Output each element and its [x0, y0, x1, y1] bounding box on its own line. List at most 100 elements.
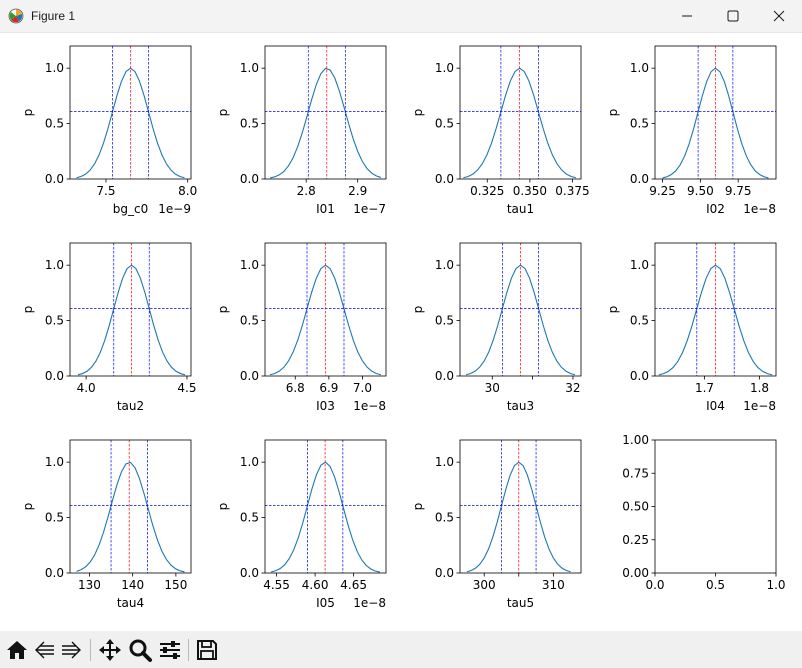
y-tick-label: 0.25	[622, 533, 649, 547]
y-tick-label: 1.0	[240, 258, 259, 272]
y-tick-label: 0.75	[622, 466, 649, 480]
axes-frame	[264, 45, 387, 180]
y-tick-label: 1.0	[45, 455, 64, 469]
subplot-11: 300 310 0.0 0.5 1.0 tau5 p	[411, 439, 582, 610]
x-tick-label: 300	[473, 578, 496, 592]
x-tick-label: 4.0	[77, 381, 96, 395]
x-offset-text: 1e−8	[353, 596, 386, 610]
x-tick-label: 9.50	[687, 184, 714, 198]
x-tick-label: 7.5	[96, 184, 115, 198]
x-axis-label: bg_c0	[113, 202, 148, 216]
x-tick-label: 4.55	[263, 578, 290, 592]
pan-icon[interactable]	[97, 637, 123, 663]
axes-frame	[654, 439, 777, 574]
forward-icon[interactable]	[58, 637, 84, 663]
figure-canvas: 7.5 8.00.00.51.0bg_c0p1e−92.8 2.90.00.51.0…	[0, 33, 802, 631]
subplot-6: 6.8 6.9 7.0 0.0 0.5 1.0 I03 p 1e−8	[216, 242, 387, 413]
x-tick-label: 9.75	[725, 184, 752, 198]
close-button[interactable]	[756, 0, 802, 32]
x-tick-label: 0.350	[513, 184, 547, 198]
y-tick-label: 0.5	[630, 314, 649, 328]
x-tick-label: 1.0	[766, 578, 785, 592]
y-tick-label: 0.5	[45, 117, 64, 131]
y-tick-label: 1.0	[240, 455, 259, 469]
y-tick-label: 1.0	[240, 61, 259, 75]
y-tick-label: 0.50	[622, 500, 649, 514]
x-tick-label: 32	[565, 381, 580, 395]
x-tick-label: 4.5	[177, 381, 196, 395]
x-tick-label: 30	[485, 381, 500, 395]
zoom-icon[interactable]	[127, 637, 153, 663]
subplot-4: 9.25 9.50 9.75 0.0 0.5 1.0 I02 p 1e−8	[606, 45, 777, 216]
series-line	[271, 461, 380, 573]
axes-frame	[459, 439, 582, 574]
y-axis-label: p	[216, 109, 230, 117]
series-line	[270, 67, 382, 179]
y-tick-label: 0.5	[45, 511, 64, 525]
x-offset-text: 1e−7	[353, 202, 386, 216]
x-tick-label: 1.8	[750, 381, 769, 395]
navigation-toolbar	[0, 631, 802, 668]
x-axis-label: tau4	[117, 596, 144, 610]
y-tick-label: 0.0	[45, 172, 64, 186]
x-tick-label: 6.9	[319, 381, 338, 395]
x-tick-label: 140	[121, 578, 144, 592]
x-tick-label: 8.0	[178, 184, 197, 198]
y-tick-label: 0.00	[622, 566, 649, 580]
y-tick-label: 0.5	[435, 117, 454, 131]
y-tick-label: 1.00	[622, 433, 649, 447]
x-axis-label: tau5	[507, 596, 534, 610]
x-tick-label: 2.8	[297, 184, 316, 198]
matplotlib-app-icon	[8, 8, 24, 24]
y-tick-label: 0.0	[630, 369, 649, 383]
maximize-button[interactable]	[710, 0, 756, 32]
y-axis-label: p	[21, 109, 35, 117]
x-tick-label: 0.5	[706, 578, 725, 592]
home-icon[interactable]	[4, 637, 30, 663]
y-axis-label: p	[411, 503, 425, 511]
save-icon[interactable]	[194, 637, 220, 663]
x-tick-label: 1.7	[695, 381, 714, 395]
minimize-button[interactable]	[664, 0, 710, 32]
x-axis-label: I05	[316, 596, 335, 610]
x-tick-label: 0.325	[470, 184, 504, 198]
x-axis-label: tau2	[117, 399, 144, 413]
series-line	[76, 461, 185, 573]
x-tick-label: 0.375	[555, 184, 589, 198]
subplot-3: 0.325 0.350 0.375 0.0 0.5 1.0 tau1 p	[411, 45, 590, 216]
subplots-icon[interactable]	[157, 637, 183, 663]
subplot-12: 0.0 0.5 1.0 0.00 0.25 0.50 0.75 1.00	[622, 433, 785, 592]
y-tick-label: 1.0	[45, 258, 64, 272]
y-tick-label: 0.0	[240, 369, 259, 383]
y-tick-label: 0.5	[240, 117, 259, 131]
y-axis-label: p	[606, 306, 620, 314]
y-axis-label: p	[21, 306, 35, 314]
y-tick-label: 1.0	[435, 61, 454, 75]
x-offset-text: 1e−8	[743, 399, 776, 413]
y-tick-label: 0.5	[45, 314, 64, 328]
y-tick-label: 0.5	[240, 314, 259, 328]
x-tick-label: 150	[164, 578, 187, 592]
subplot-2: 2.8 2.9 0.0 0.5 1.0 I01 p 1e−7	[216, 45, 387, 216]
x-tick-label: 7.0	[353, 381, 372, 395]
x-tick-label: 6.8	[286, 381, 305, 395]
x-axis-label: I03	[316, 399, 335, 413]
y-tick-label: 0.0	[435, 369, 454, 383]
axes-frame	[459, 45, 582, 180]
y-axis-label: p	[606, 109, 620, 117]
subplot-10: 4.55 4.60 4.65 0.0 0.5 1.0 I05 p 1e−8	[216, 439, 387, 610]
x-tick-label: 9.25	[649, 184, 676, 198]
y-tick-label: 0.0	[240, 172, 259, 186]
axes-frame	[264, 439, 387, 574]
toolbar-separator	[188, 639, 189, 661]
x-axis-label: tau3	[507, 399, 534, 413]
y-axis-label: p	[216, 306, 230, 314]
y-tick-label: 1.0	[435, 258, 454, 272]
x-tick-label: 4.65	[340, 578, 367, 592]
x-offset-text: 1e−8	[743, 202, 776, 216]
y-tick-label: 0.0	[630, 172, 649, 186]
y-axis-label: p	[411, 306, 425, 314]
x-axis-label: I02	[706, 202, 725, 216]
back-icon[interactable]	[32, 637, 58, 663]
y-tick-label: 1.0	[630, 258, 649, 272]
